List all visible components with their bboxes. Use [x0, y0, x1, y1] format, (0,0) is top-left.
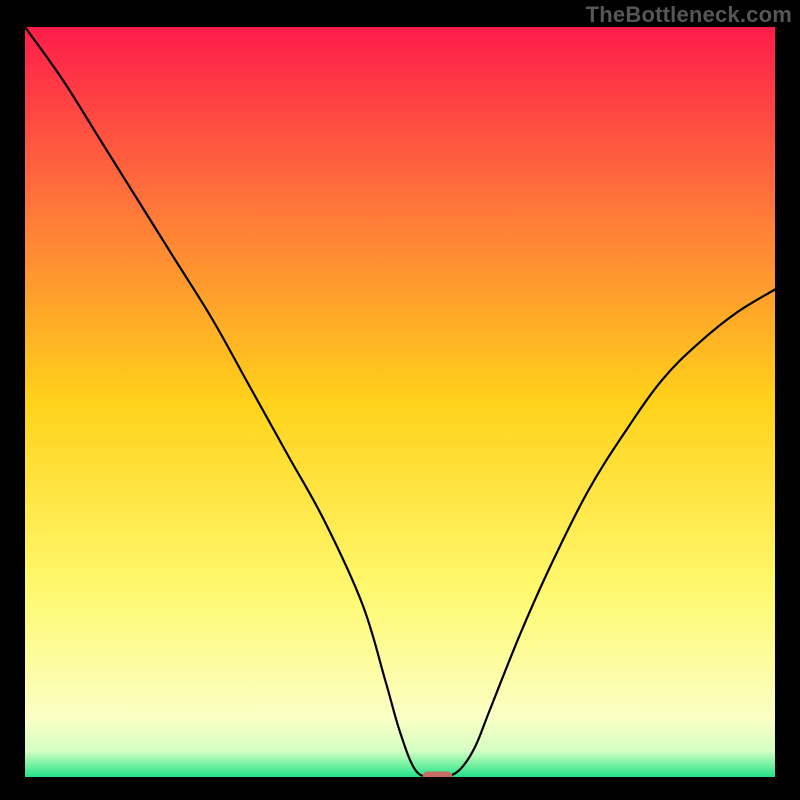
- watermark-text: TheBottleneck.com: [586, 2, 792, 28]
- chart-frame: TheBottleneck.com: [0, 0, 800, 800]
- plot-area: [25, 27, 775, 777]
- bottleneck-plot: [25, 27, 775, 777]
- optimum-marker: [423, 772, 453, 778]
- gradient-background: [25, 27, 775, 777]
